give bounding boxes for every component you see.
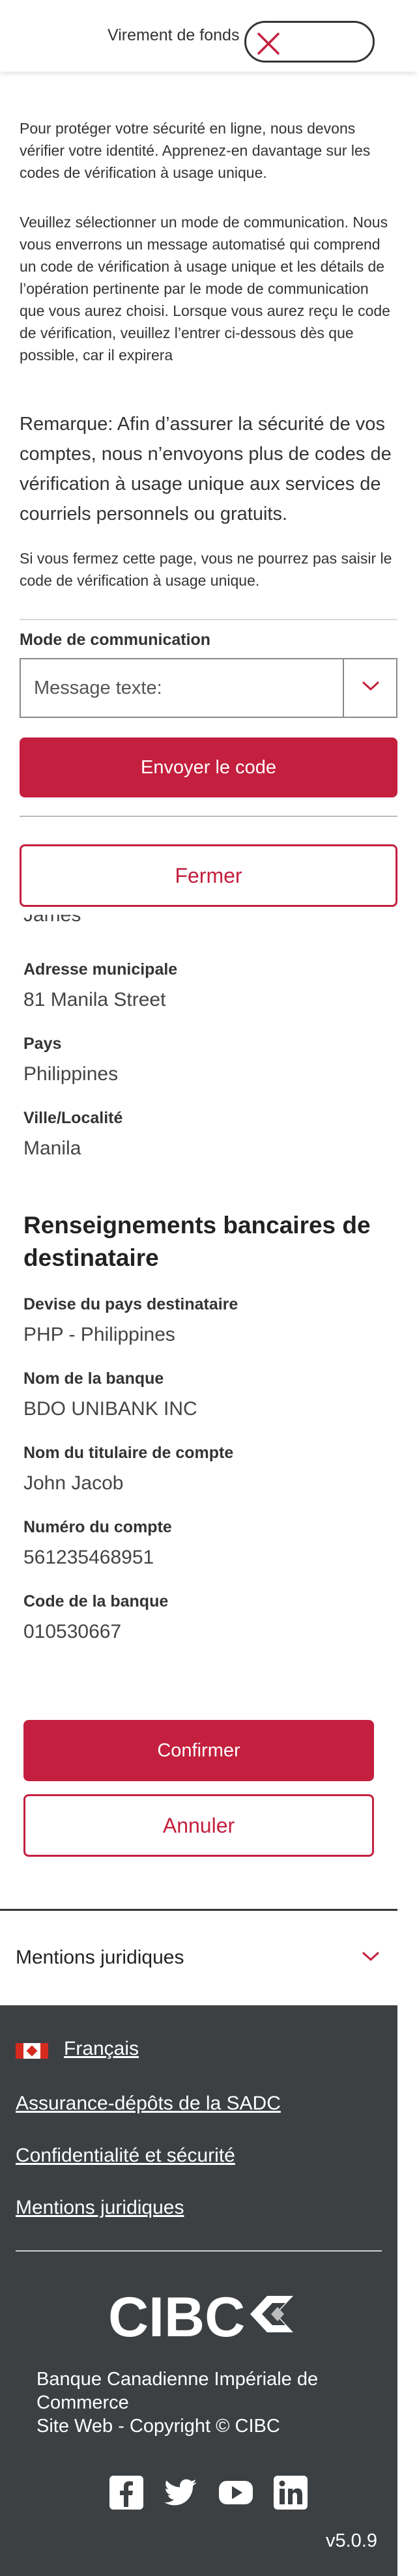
holder-value: John Jacob — [23, 1472, 124, 1494]
modal-divider-bottom — [20, 816, 397, 817]
linkedin-icon[interactable] — [272, 2474, 309, 2511]
currency-value: PHP - Philippines — [23, 1324, 175, 1345]
bank-section-title: Renseignements bancaires de destinataire — [23, 1212, 371, 1271]
city-label: Ville/Localité — [23, 1109, 123, 1127]
holder-label: Nom du titulaire de compte — [23, 1444, 234, 1462]
address-label: Adresse municipale — [23, 960, 178, 979]
close-icon — [257, 32, 280, 55]
logo-text: CIBC — [108, 2286, 245, 2344]
cdic-link[interactable]: Assurance-dépôts de la SADC — [16, 2093, 281, 2115]
app-version: v5.0.9 — [326, 2530, 377, 2551]
twitter-icon[interactable] — [163, 2474, 199, 2511]
chevron-down-icon — [362, 681, 380, 691]
country-label: Pays — [23, 1035, 62, 1053]
header-close-button[interactable] — [244, 21, 375, 63]
canada-flag-icon — [16, 2043, 48, 2059]
footer-divider — [16, 2250, 382, 2252]
currency-label: Devise du pays destinataire — [23, 1295, 238, 1313]
facebook-icon[interactable] — [108, 2474, 145, 2511]
bank-name-value: BDO UNIBANK INC — [23, 1398, 197, 1420]
language-link[interactable]: Français — [64, 2038, 139, 2060]
account-number-label: Numéro du compte — [23, 1518, 172, 1536]
cibc-logo: CIBC — [108, 2285, 297, 2349]
privacy-link[interactable]: Confidentialité et sécurité — [16, 2145, 235, 2167]
modal-intro-text: Pour protéger votre sécurité en ligne, n… — [20, 120, 371, 181]
country-value: Philippines — [23, 1063, 119, 1085]
modal-note-text: Remarque: Afin d’assurer la sécurité de … — [20, 414, 392, 524]
modal-warning-text: Si vous fermez cette page, vous ne pourr… — [20, 550, 392, 589]
youtube-icon[interactable] — [218, 2474, 254, 2511]
send-code-button[interactable]: Envoyer le code — [20, 737, 397, 797]
footer: Français Assurance-dépôts de la SADC Con… — [0, 2005, 397, 2576]
communication-mode-label: Mode de communication — [20, 631, 211, 649]
chevron-down-icon[interactable] — [361, 1951, 381, 1962]
legal-divider — [0, 1909, 397, 1911]
page: James Adresse municipale 81 Manila Stree… — [0, 0, 417, 2576]
communication-mode-value: Message texte: — [34, 678, 162, 698]
close-modal-button[interactable]: Fermer — [20, 844, 397, 907]
city-value: Manila — [23, 1138, 81, 1159]
bank-code-value: 010530667 — [23, 1621, 122, 1642]
header: Virement de fonds — [0, 0, 417, 72]
bank-name-label: Nom de la banque — [23, 1369, 164, 1388]
legal-accordion-label[interactable]: Mentions juridiques — [16, 1947, 184, 1969]
address-value: 81 Manila Street — [23, 989, 166, 1010]
account-number-value: 561235468951 — [23, 1547, 154, 1568]
cancel-button[interactable]: Annuler — [23, 1794, 374, 1857]
modal-divider-top — [20, 619, 397, 620]
copyright: Site Web - Copyright © CIBC — [36, 2416, 280, 2437]
bank-full-name: Banque Canadienne Impériale de Commerce — [36, 2369, 319, 2413]
recipient-name-partial: James — [23, 915, 81, 926]
page-title: Virement de fonds — [108, 26, 240, 44]
communication-mode-select[interactable]: Message texte: — [20, 658, 397, 718]
confirm-button[interactable]: Confirmer — [23, 1720, 374, 1781]
select-toggle[interactable] — [343, 659, 396, 717]
modal-instructions-text: Veuillez sélectionner un mode de communi… — [20, 214, 390, 364]
bank-code-label: Code de la banque — [23, 1592, 169, 1610]
legal-link[interactable]: Mentions juridiques — [16, 2197, 184, 2219]
